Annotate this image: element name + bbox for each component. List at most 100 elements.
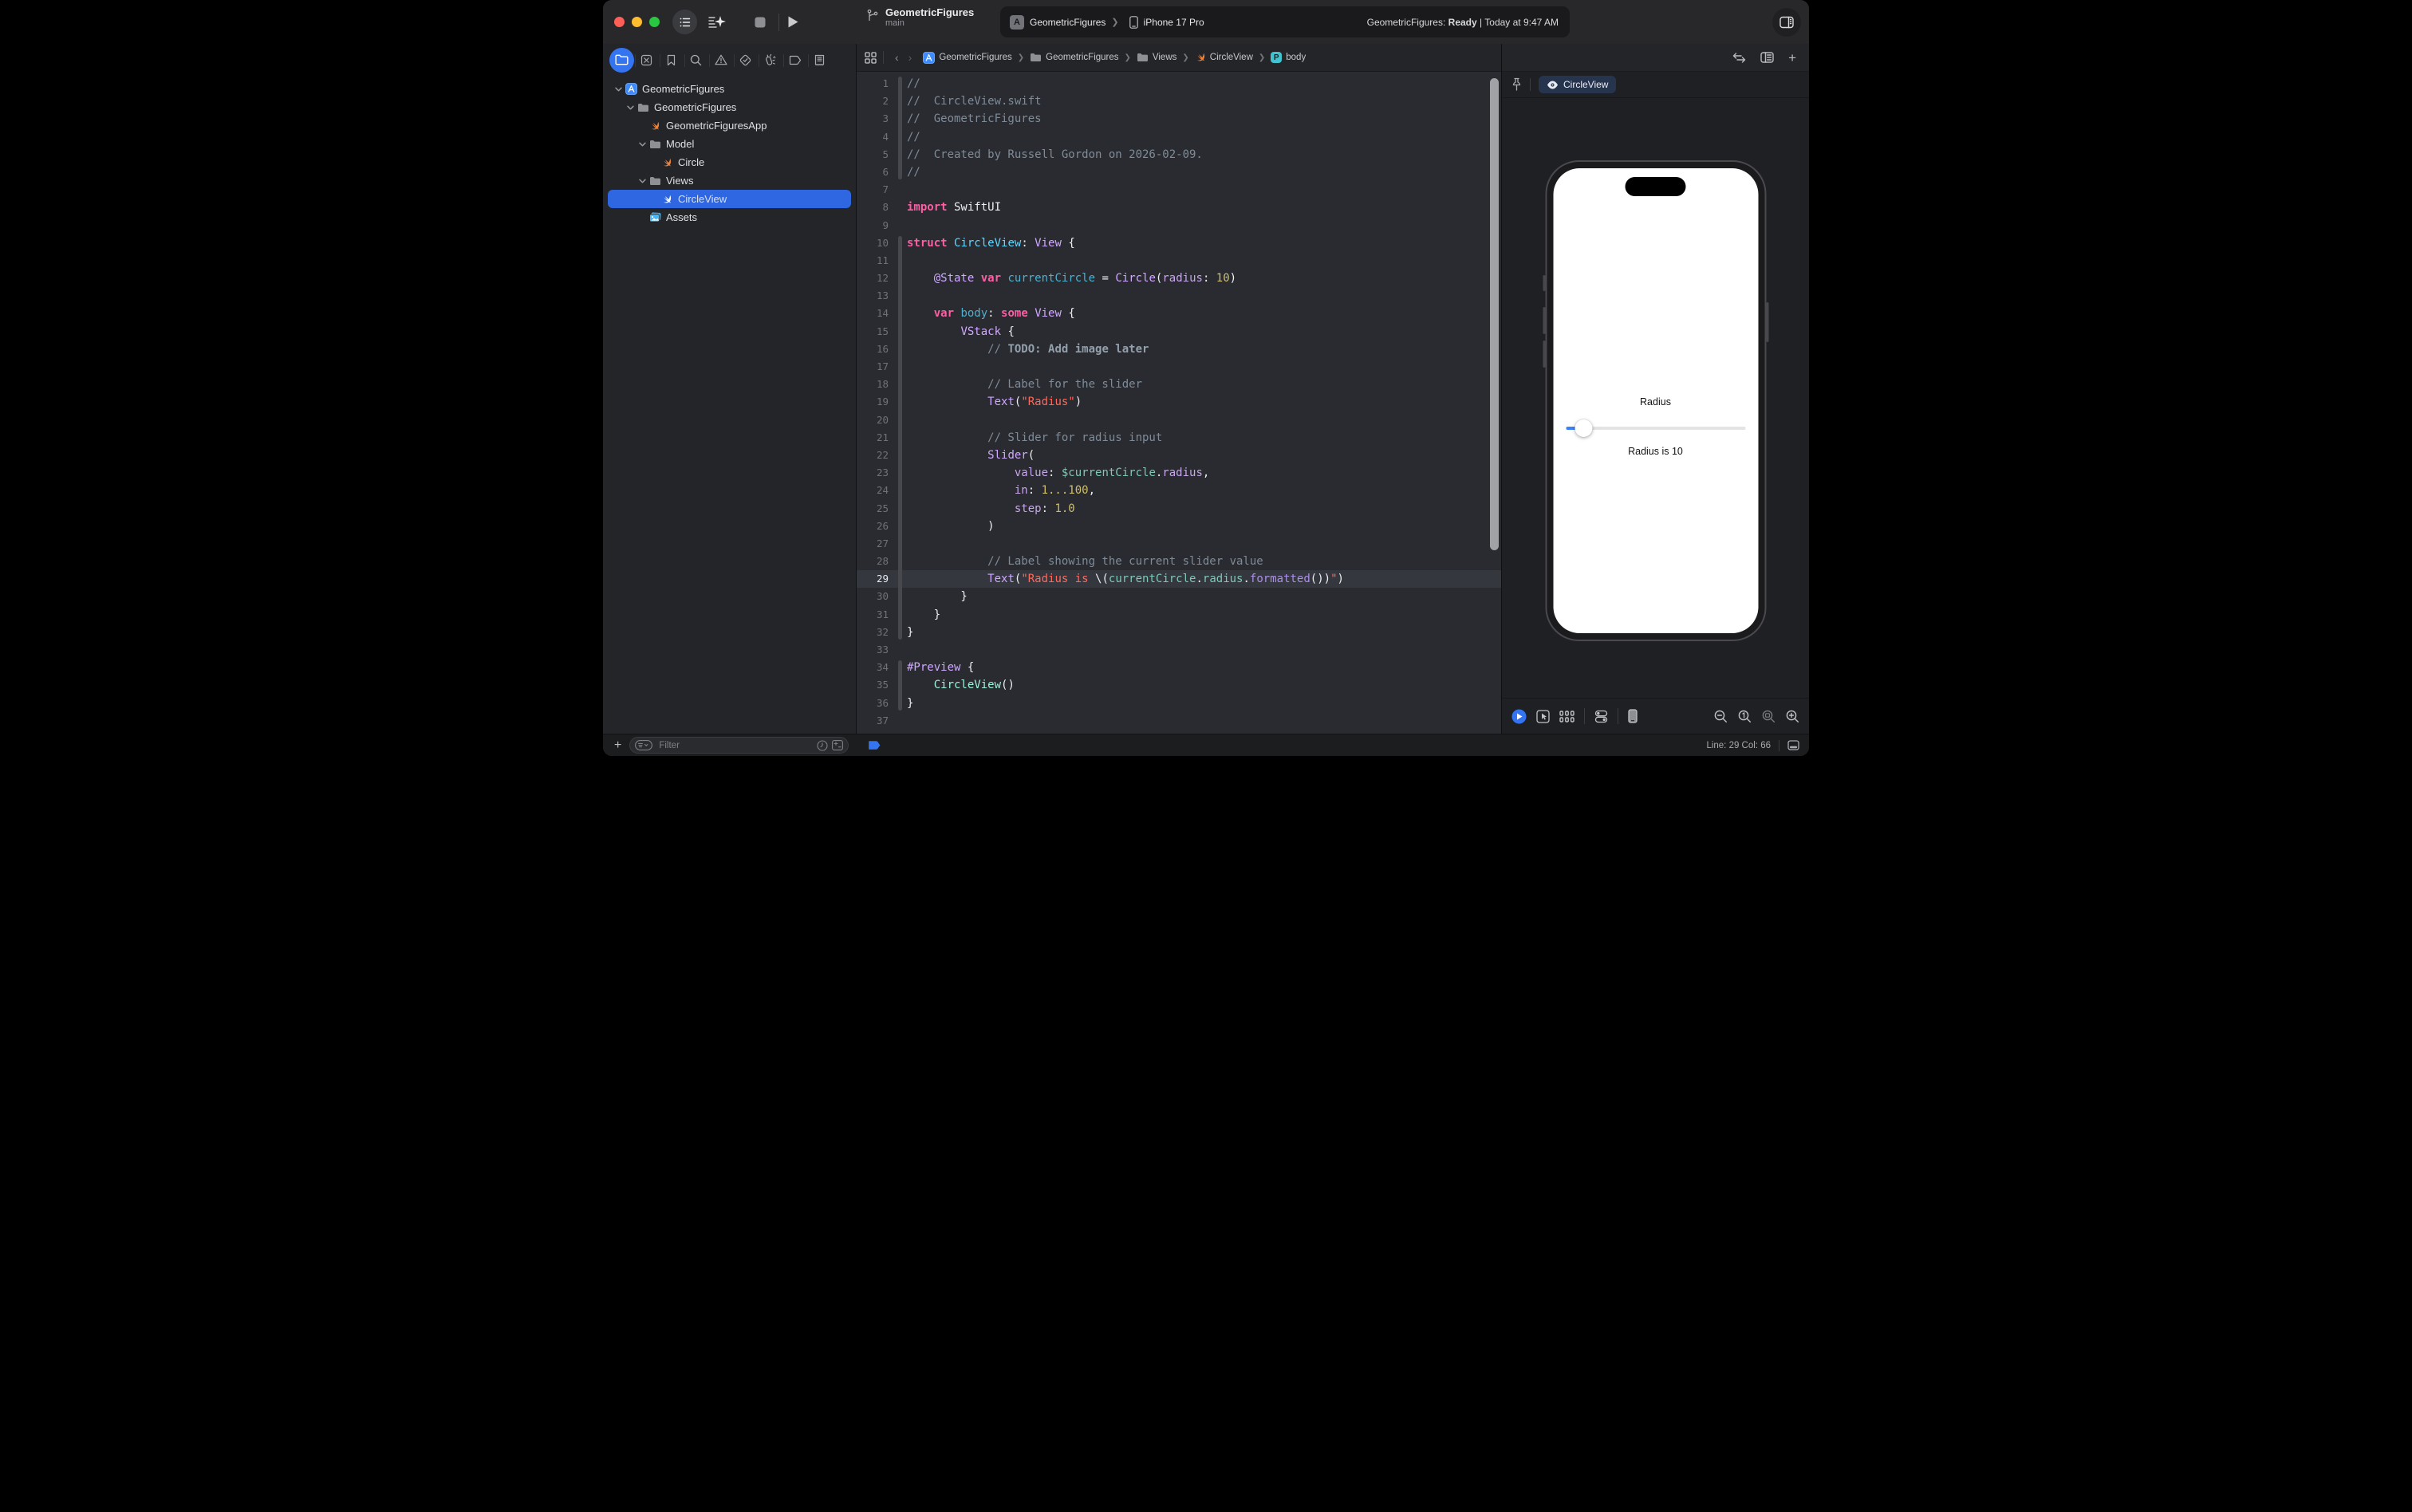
code-line-1[interactable]: 1 // (857, 75, 1501, 93)
code-line-16[interactable]: 16 // TODO: Add image later (857, 340, 1501, 358)
code-line-15[interactable]: 15 VStack { (857, 322, 1501, 341)
code-line-31[interactable]: 31 } (857, 605, 1501, 624)
line-number[interactable]: 23 (857, 464, 895, 482)
line-number[interactable]: 18 (857, 376, 895, 393)
line-number[interactable]: 9 (857, 217, 895, 234)
code-line-14[interactable]: 14 var body: some View { (857, 305, 1501, 323)
code-line-24[interactable]: 24 in: 1...100, (857, 482, 1501, 500)
code-line-17[interactable]: 17 (857, 358, 1501, 376)
selectable-mode-button[interactable] (1536, 709, 1550, 723)
sidebar-item-geometricfigures[interactable]: GeometricFigures (603, 80, 856, 98)
line-number[interactable]: 24 (857, 482, 895, 499)
recent-filter-icon[interactable] (817, 739, 828, 751)
code-line-32[interactable]: 32} (857, 623, 1501, 641)
editor-options-icon[interactable] (1760, 52, 1774, 63)
code-line-9[interactable]: 9 (857, 217, 1501, 234)
sidebar-item-views[interactable]: Views (603, 171, 856, 190)
stop-button[interactable] (755, 17, 766, 28)
line-number[interactable]: 10 (857, 234, 895, 252)
disclosure-chevron-icon[interactable] (636, 179, 648, 183)
line-number[interactable]: 1 (857, 75, 895, 93)
code-line-23[interactable]: 23 value: $currentCircle.radius, (857, 464, 1501, 482)
code-line-11[interactable]: 11 (857, 251, 1501, 270)
debug-area-toggle-icon[interactable] (1787, 740, 1799, 750)
zoom-100-icon[interactable] (1738, 710, 1752, 723)
related-items-icon[interactable] (865, 51, 877, 64)
code-line-22[interactable]: 22 Slider( (857, 446, 1501, 465)
code-line-36[interactable]: 36} (857, 694, 1501, 712)
code-line-6[interactable]: 6 // (857, 163, 1501, 181)
line-number[interactable]: 8 (857, 199, 895, 216)
navigator-tab-breakpoints[interactable] (782, 48, 809, 73)
breakpoints-toggle-button[interactable] (868, 740, 881, 750)
code-line-3[interactable]: 3 // GeometricFigures (857, 110, 1501, 128)
line-number[interactable]: 34 (857, 659, 895, 676)
breadcrumb-item-circleview[interactable]: CircleView (1195, 52, 1253, 63)
live-preview-button[interactable] (1511, 709, 1527, 724)
code-line-4[interactable]: 4 // (857, 128, 1501, 146)
radius-slider[interactable] (1566, 419, 1745, 437)
line-number[interactable]: 31 (857, 606, 895, 624)
minimize-button[interactable] (632, 17, 642, 27)
navigator-tab-find[interactable] (684, 48, 710, 73)
run-button[interactable] (787, 15, 799, 29)
run-destination-selector[interactable]: iPhone 17 Pro (1129, 15, 1204, 29)
code-line-33[interactable]: 33 (857, 641, 1501, 659)
code-line-12[interactable]: 12 @State var currentCircle = Circle(rad… (857, 270, 1501, 288)
line-number[interactable]: 5 (857, 146, 895, 163)
editor-compare-icon[interactable] (1732, 52, 1746, 63)
close-button[interactable] (614, 17, 625, 27)
code-line-10[interactable]: 10 struct CircleView: View { (857, 234, 1501, 252)
navigator-tab-source-control[interactable] (634, 48, 660, 73)
line-number[interactable]: 30 (857, 588, 895, 605)
editor-scrollbar[interactable] (1490, 78, 1499, 550)
line-number[interactable]: 32 (857, 624, 895, 641)
line-number[interactable]: 19 (857, 393, 895, 411)
code-line-35[interactable]: 35 CircleView() (857, 676, 1501, 695)
navigator-tab-tests[interactable] (733, 48, 759, 73)
code-line-2[interactable]: 2 // CircleView.swift (857, 93, 1501, 111)
code-line-25[interactable]: 25 step: 1.0 (857, 499, 1501, 518)
navigator-toggle-button[interactable] (672, 10, 697, 34)
disclosure-chevron-icon[interactable] (613, 87, 624, 92)
sidebar-item-circle[interactable]: Circle (603, 153, 856, 171)
sidebar-item-model[interactable]: Model (603, 135, 856, 153)
code-line-20[interactable]: 20 (857, 411, 1501, 429)
filter-input[interactable] (657, 739, 814, 751)
navigator-tab-project-navigator[interactable] (609, 47, 636, 73)
code-line-5[interactable]: 5 // Created by Russell Gordon on 2026-02… (857, 145, 1501, 163)
line-number[interactable]: 6 (857, 163, 895, 181)
code-line-27[interactable]: 27 (857, 534, 1501, 553)
forward-button[interactable]: › (904, 51, 917, 64)
line-number[interactable]: 29 (857, 570, 895, 588)
slider-track[interactable] (1566, 427, 1745, 430)
sidebar-item-geometricfigures[interactable]: GeometricFigures (603, 98, 856, 116)
preview-target-pill[interactable]: CircleView (1539, 76, 1617, 93)
line-number[interactable]: 11 (857, 252, 895, 270)
code-line-19[interactable]: 19 Text("Radius") (857, 393, 1501, 411)
disclosure-chevron-icon[interactable] (636, 142, 648, 147)
scheme-selector[interactable]: A GeometricFigures ❯ (1000, 14, 1125, 30)
line-number[interactable]: 28 (857, 553, 895, 570)
inspector-toggle-button[interactable] (1772, 8, 1801, 37)
line-number[interactable]: 26 (857, 518, 895, 535)
preview-device-button[interactable] (1628, 709, 1638, 723)
navigator-tab-reports[interactable] (807, 48, 832, 73)
breadcrumb-item-views[interactable]: Views (1137, 53, 1176, 62)
navigator-tab-issues[interactable] (708, 48, 735, 73)
line-number[interactable]: 27 (857, 535, 895, 553)
line-number[interactable]: 36 (857, 695, 895, 712)
breadcrumb-item-geometricfigures[interactable]: GeometricFigures (1030, 53, 1119, 62)
sidebar-item-assets[interactable]: Assets (603, 208, 856, 226)
filter-field[interactable] (629, 737, 849, 754)
line-number[interactable]: 16 (857, 341, 895, 358)
line-number[interactable]: 37 (857, 712, 895, 730)
code-area[interactable]: 1 // 2 // CircleView.swift 3 // GeometricFigu… (857, 72, 1501, 734)
code-line-30[interactable]: 30 } (857, 588, 1501, 606)
code-line-13[interactable]: 13 (857, 287, 1501, 305)
code-line-34[interactable]: 34 #Preview { (857, 659, 1501, 677)
line-number[interactable]: 35 (857, 676, 895, 694)
zoom-out-icon[interactable] (1714, 710, 1728, 723)
slider-thumb[interactable] (1574, 419, 1593, 437)
line-number[interactable]: 14 (857, 305, 895, 322)
